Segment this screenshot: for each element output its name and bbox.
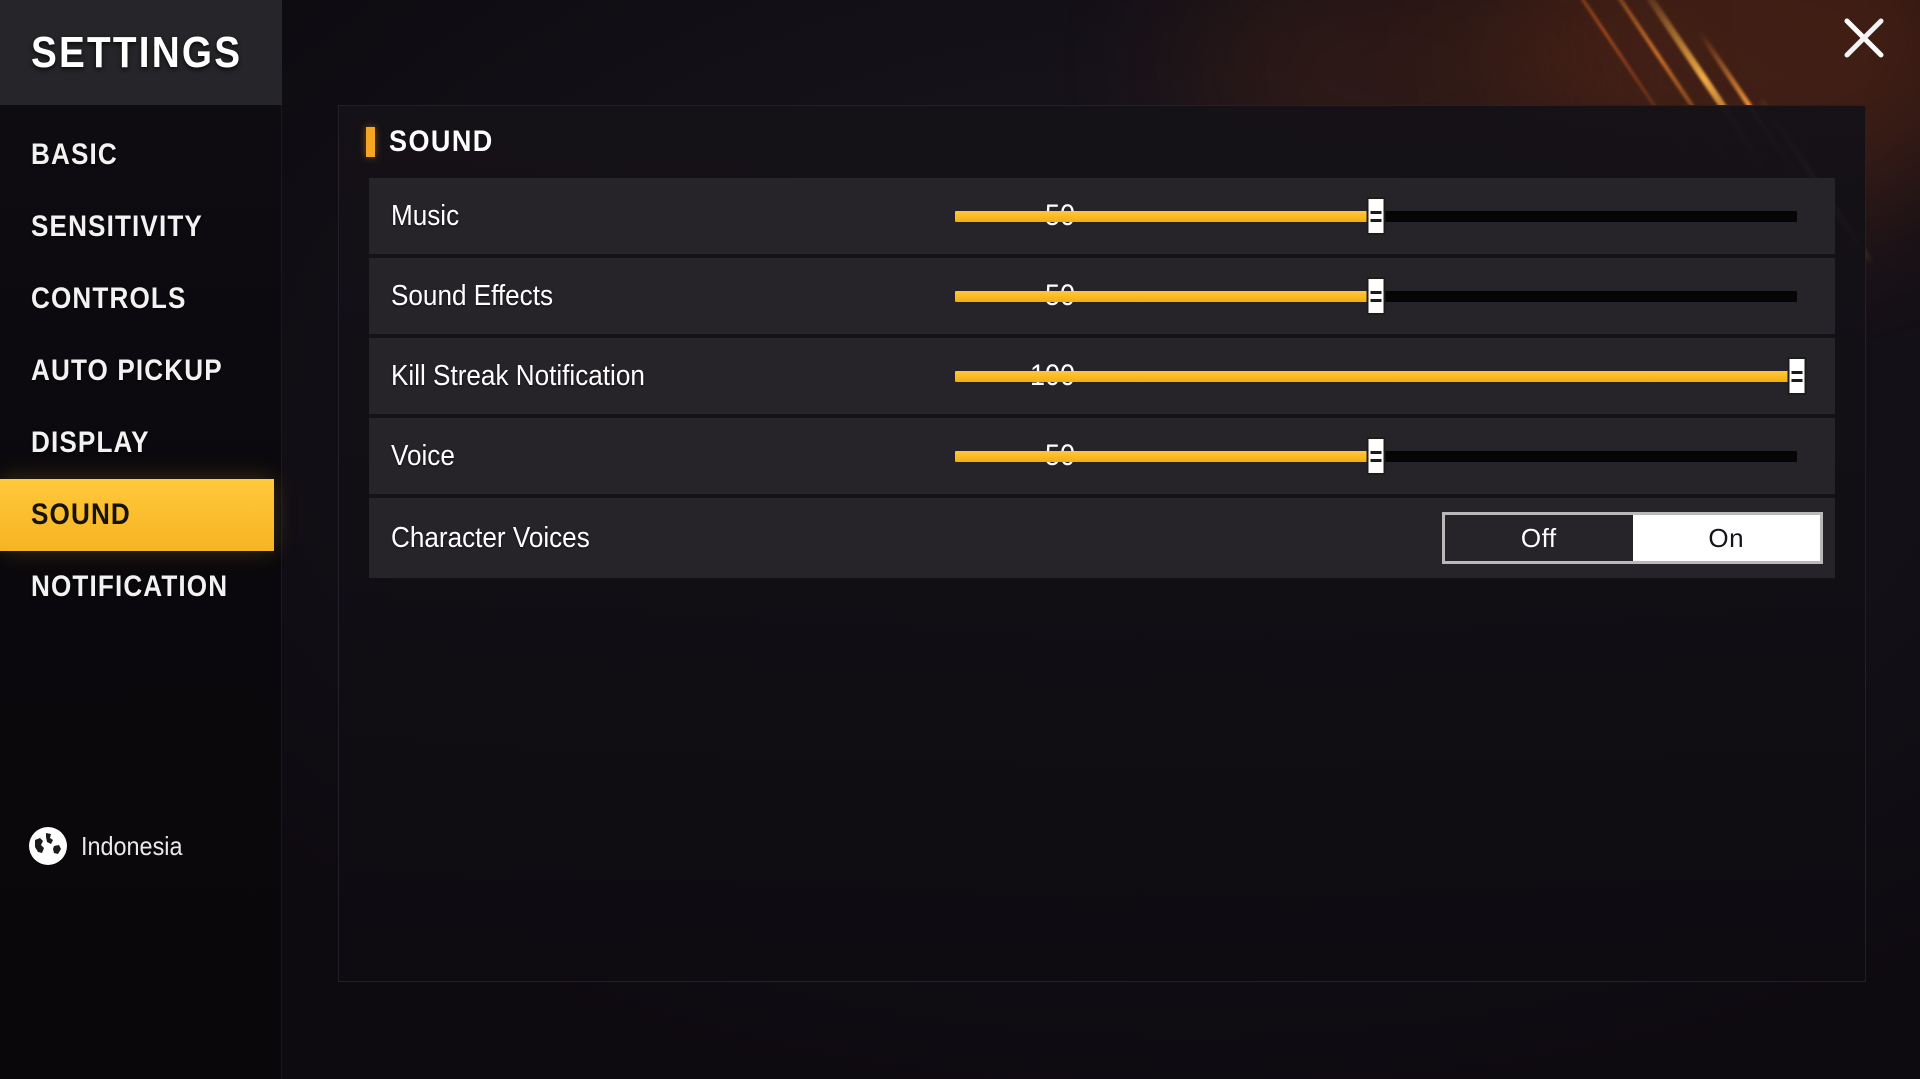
language-selector[interactable]: Indonesia — [29, 827, 194, 865]
sound-effects-slider[interactable] — [955, 273, 1797, 319]
slider-fill — [955, 450, 1376, 462]
panel-title: SOUND — [389, 125, 494, 158]
sidebar-item-auto-pickup[interactable]: AUTO PICKUP — [0, 335, 281, 407]
kill-streak-notification-slider[interactable] — [955, 353, 1807, 399]
sidebar-item-label: AUTO PICKUP — [31, 354, 223, 387]
sidebar-header: SETTINGS — [0, 0, 282, 105]
setting-row-voice: Voice 50 — [369, 418, 1835, 498]
setting-row-music: Music 50 — [369, 178, 1835, 258]
sound-settings-panel: SOUND Music 50 Sound Effects 50 — [338, 105, 1866, 982]
slider-thumb[interactable] — [1366, 197, 1386, 235]
sidebar: SETTINGS BASIC SENSITIVITY CONTROLS AUTO… — [0, 0, 282, 1079]
sidebar-item-label: SOUND — [31, 498, 131, 531]
music-slider[interactable] — [955, 193, 1797, 239]
setting-row-sound-effects: Sound Effects 50 — [369, 258, 1835, 338]
setting-label: Character Voices — [391, 521, 590, 554]
page-title: SETTINGS — [31, 27, 243, 77]
voice-slider[interactable] — [955, 433, 1797, 479]
sidebar-item-label: CONTROLS — [31, 282, 187, 315]
setting-label: Voice — [391, 439, 455, 472]
sidebar-item-controls[interactable]: CONTROLS — [0, 263, 281, 335]
slider-track — [955, 277, 1797, 315]
slider-fill — [955, 370, 1797, 382]
language-label: Indonesia — [81, 830, 183, 861]
setting-label: Sound Effects — [391, 279, 554, 312]
sidebar-item-label: NOTIFICATION — [31, 570, 229, 603]
slider-fill — [955, 290, 1376, 302]
slider-thumb[interactable] — [1787, 357, 1807, 395]
slider-thumb[interactable] — [1366, 277, 1386, 315]
sidebar-item-label: DISPLAY — [31, 426, 150, 459]
sidebar-nav: BASIC SENSITIVITY CONTROLS AUTO PICKUP D… — [0, 119, 281, 623]
slider-track — [955, 437, 1797, 475]
settings-screen: SETTINGS BASIC SENSITIVITY CONTROLS AUTO… — [0, 0, 1920, 1079]
setting-row-character-voices: Character Voices Off On — [369, 498, 1835, 578]
slider-fill — [955, 210, 1376, 222]
character-voices-toggle[interactable]: Off On — [1442, 512, 1823, 564]
slider-thumb[interactable] — [1366, 437, 1386, 475]
settings-rows: Music 50 Sound Effects 50 — [339, 178, 1865, 578]
close-icon — [1836, 10, 1892, 66]
close-button[interactable] — [1807, 0, 1920, 75]
slider-track — [955, 197, 1797, 235]
slider-track — [955, 357, 1807, 395]
sidebar-item-sound[interactable]: SOUND — [0, 479, 274, 551]
sidebar-item-label: BASIC — [31, 138, 118, 171]
globe-icon — [29, 827, 67, 865]
sidebar-item-notification[interactable]: NOTIFICATION — [0, 551, 281, 623]
toggle-option-on[interactable]: On — [1632, 515, 1820, 561]
toggle-option-off[interactable]: Off — [1445, 515, 1633, 561]
sidebar-item-sensitivity[interactable]: SENSITIVITY — [0, 191, 281, 263]
setting-label: Kill Streak Notification — [391, 359, 645, 392]
sidebar-item-basic[interactable]: BASIC — [0, 119, 281, 191]
sidebar-item-display[interactable]: DISPLAY — [0, 407, 281, 479]
sidebar-item-label: SENSITIVITY — [31, 210, 203, 243]
accent-bar-icon — [366, 127, 375, 157]
panel-header: SOUND — [339, 106, 1865, 178]
setting-label: Music — [391, 199, 460, 232]
setting-row-kill-streak-notification: Kill Streak Notification 100 — [369, 338, 1835, 418]
